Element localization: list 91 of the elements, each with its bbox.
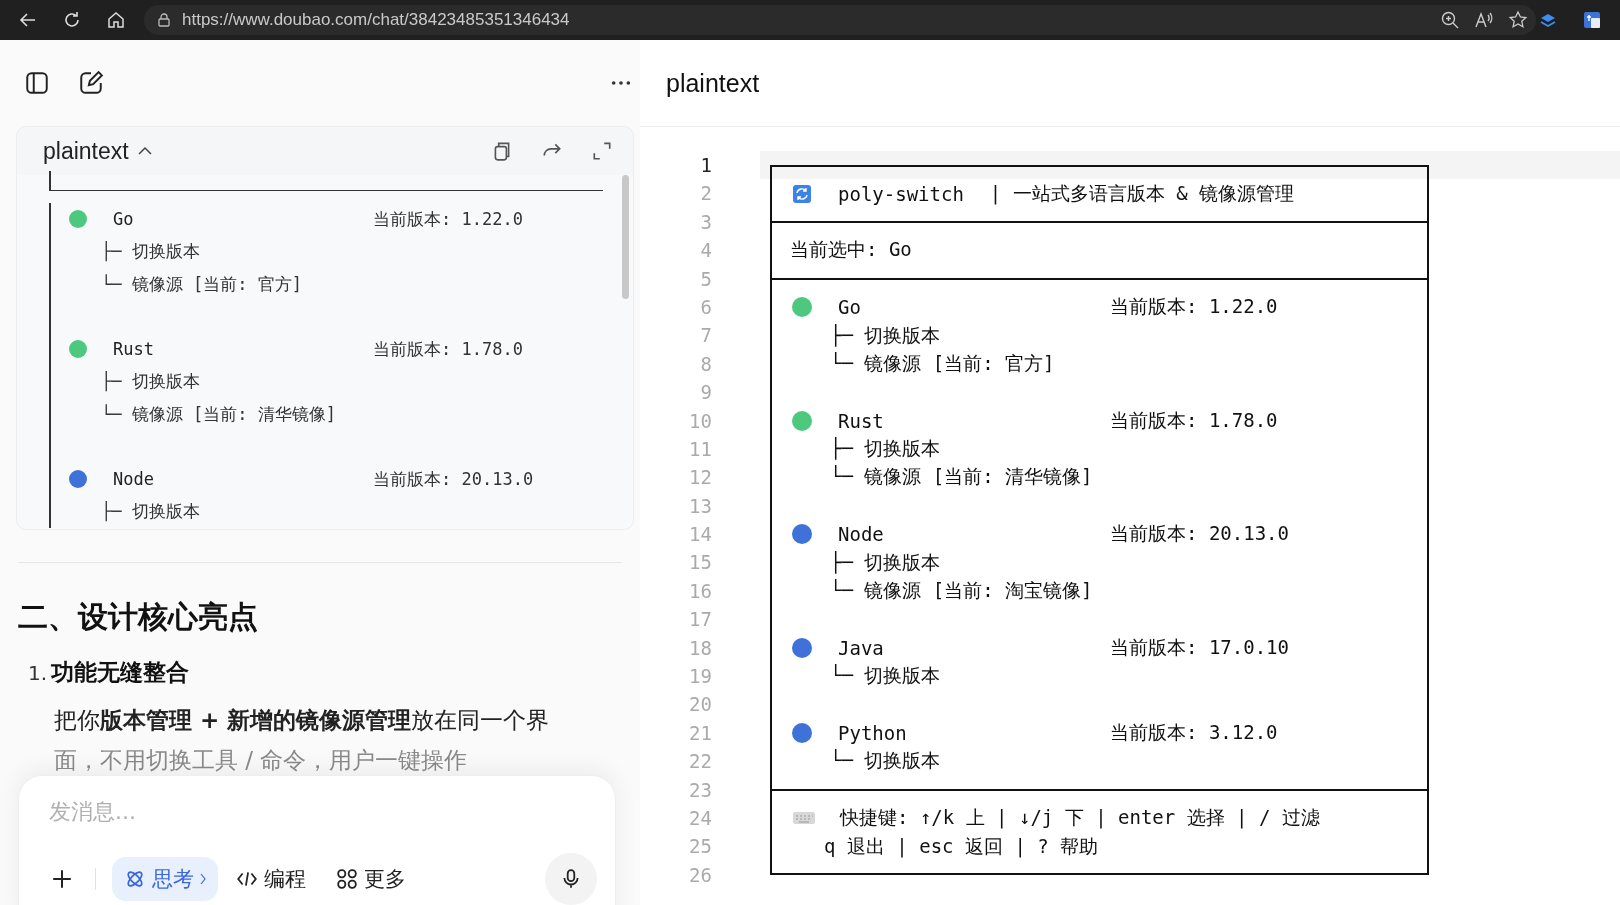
version-label: 当前版本: 1.22.0 bbox=[373, 207, 523, 231]
line-number: 4 bbox=[699, 238, 712, 264]
language-name: Rust bbox=[113, 339, 155, 360]
line-number: 25 bbox=[688, 834, 712, 860]
language-name: Rust bbox=[838, 409, 885, 432]
line-number: 22 bbox=[688, 749, 712, 775]
line-number: 26 bbox=[688, 862, 712, 888]
menu-line: ├─ 切换版本 bbox=[101, 500, 200, 524]
version-label: 当前版本: 20.13.0 bbox=[373, 467, 534, 491]
line-number: 20 bbox=[688, 692, 712, 718]
plus-icon[interactable] bbox=[51, 868, 73, 890]
sidebar-toggle-icon[interactable] bbox=[24, 70, 50, 96]
line-number: 17 bbox=[688, 607, 712, 633]
home-icon[interactable] bbox=[106, 10, 126, 30]
zoom-icon[interactable] bbox=[1440, 10, 1460, 30]
menu-line: └─ 镜像源 [当前: 清华镜像] bbox=[830, 464, 1093, 490]
language-name: Python bbox=[838, 722, 908, 744]
language-name: Go bbox=[113, 209, 135, 230]
menu-line: └─ 镜像源 [当前: 官方] bbox=[830, 350, 1055, 376]
line-number: 1 bbox=[699, 153, 712, 178]
scrollbar[interactable] bbox=[622, 175, 629, 299]
line-number: 16 bbox=[688, 578, 712, 604]
language-name: Node bbox=[113, 469, 155, 490]
menu-line: └─ 镜像源 [当前: 淘宝镜像] bbox=[830, 578, 1093, 604]
language-name: Node bbox=[838, 523, 885, 546]
section-heading: 二、设计核心亮点 bbox=[18, 598, 259, 636]
chevron-icon bbox=[200, 873, 206, 885]
selection-line: 当前选中: Go bbox=[790, 237, 912, 263]
version-label: 当前版本: 1.78.0 bbox=[373, 337, 523, 361]
line-number: 3 bbox=[699, 209, 712, 235]
line-number: 23 bbox=[688, 777, 712, 803]
mode-button[interactable]: 思考 bbox=[112, 857, 218, 901]
refresh-icon bbox=[792, 183, 812, 204]
line-number: 13 bbox=[688, 493, 712, 519]
line-number: 14 bbox=[688, 522, 712, 548]
line-number: 5 bbox=[699, 266, 712, 292]
mode-button[interactable]: 更多 bbox=[324, 857, 418, 901]
paragraph: 把你版本管理 + 新增的镜像源管理放在同一个界 面，不用切换工具 / 命令，用户一键操作 bbox=[54, 706, 551, 775]
line-number: 9 bbox=[699, 380, 712, 406]
line-number: 18 bbox=[688, 635, 712, 661]
menu-line: └─ 切换版本 bbox=[830, 663, 941, 689]
line-number: 2 bbox=[699, 181, 712, 207]
version-label: 当前版本: 20.13.0 bbox=[1110, 521, 1289, 547]
expand-icon[interactable] bbox=[591, 140, 613, 162]
line-number: 19 bbox=[688, 664, 712, 690]
menu-line: ├─ 切换版本 bbox=[830, 436, 941, 462]
version-label: 当前版本: 1.22.0 bbox=[1110, 294, 1278, 320]
line-number: 8 bbox=[699, 351, 712, 377]
lock-icon bbox=[156, 12, 172, 28]
microphone-button[interactable] bbox=[545, 853, 597, 905]
atom-icon bbox=[124, 868, 146, 890]
app-name: poly-switch bbox=[838, 182, 964, 205]
menu-line: └─ 镜像源 [当前: 清华镜像] bbox=[101, 402, 336, 426]
keyboard-icon bbox=[792, 810, 816, 827]
menu-line: ├─ 切换版本 bbox=[830, 322, 941, 349]
shortcut-line: 快捷键: ↑/k 上 | ↓/j 下 | enter 选择 | / 过滤 bbox=[840, 805, 1320, 831]
reload-icon[interactable] bbox=[62, 10, 82, 30]
version-label: 当前版本: 3.12.0 bbox=[1110, 720, 1278, 745]
line-number: 24 bbox=[688, 806, 712, 831]
collapse-icon[interactable] bbox=[136, 146, 153, 156]
language-name: Java bbox=[838, 636, 885, 659]
mode-button[interactable]: 编程 bbox=[224, 857, 318, 901]
grid-icon bbox=[336, 868, 358, 890]
line-number: 7 bbox=[699, 323, 712, 349]
language-name: Go bbox=[838, 296, 862, 319]
translate-icon[interactable] bbox=[1582, 10, 1602, 30]
menu-line: ├─ 切换版本 bbox=[830, 549, 941, 576]
menu-line: └─ 切换版本 bbox=[830, 748, 941, 774]
list-number: 1. bbox=[28, 661, 48, 685]
shortcut-line: q 退出 | esc 返回 | ? 帮助 bbox=[824, 833, 1099, 860]
panel-title: plaintext bbox=[666, 68, 760, 98]
line-number: 15 bbox=[688, 550, 712, 576]
line-number: 10 bbox=[688, 408, 712, 434]
line-number: 11 bbox=[688, 436, 712, 462]
more-icon[interactable] bbox=[610, 79, 632, 87]
address-bar[interactable]: https://www.doubao.com/chat/38423485351346434 bbox=[144, 5, 1536, 35]
app-tagline: | 一站式多语言版本 & 镜像源管理 bbox=[989, 180, 1295, 207]
new-chat-icon[interactable] bbox=[78, 70, 104, 96]
version-label: 当前版本: 17.0.10 bbox=[1110, 634, 1289, 660]
version-label: 当前版本: 1.78.0 bbox=[1110, 407, 1278, 433]
message-field[interactable]: 发消息... bbox=[47, 798, 601, 825]
read-aloud-icon[interactable] bbox=[1474, 10, 1494, 30]
menu-line: ├─ 切换版本 bbox=[101, 370, 200, 394]
menu-line: └─ 镜像源 [当前: 官方] bbox=[101, 272, 302, 296]
list-title: 功能无缝整合 bbox=[51, 658, 190, 687]
star-icon[interactable] bbox=[1508, 10, 1528, 30]
line-number: 12 bbox=[688, 465, 712, 491]
line-number: 21 bbox=[688, 720, 712, 746]
line-number: 6 bbox=[699, 294, 712, 320]
code-language: plaintext bbox=[43, 137, 129, 165]
menu-line: ├─ 切换版本 bbox=[101, 240, 200, 264]
